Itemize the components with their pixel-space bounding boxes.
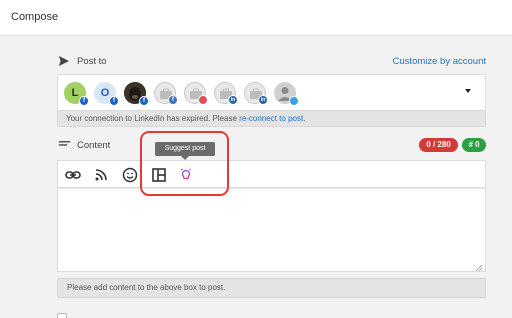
twitter-badge-icon bbox=[289, 96, 299, 106]
compose-header: Compose bbox=[0, 0, 512, 36]
account-avatar[interactable]: in bbox=[244, 82, 268, 105]
account-avatar[interactable]: Lf bbox=[64, 82, 89, 106]
linkedin-badge-icon: in bbox=[258, 95, 268, 105]
linkedin-badge-icon: in bbox=[228, 95, 238, 105]
content-textarea[interactable] bbox=[57, 188, 486, 272]
post-to-label: Post to bbox=[77, 56, 107, 67]
facebook-badge-icon: f bbox=[79, 96, 89, 106]
content-helper-text: Please add content to the above box to p… bbox=[57, 278, 486, 298]
accounts-dropdown-icon[interactable] bbox=[465, 89, 471, 93]
account-avatar[interactable] bbox=[184, 82, 208, 105]
notice-text: Your connection to LinkedIn has expired.… bbox=[66, 114, 240, 123]
content-label: Content bbox=[77, 140, 111, 151]
character-counter: 0 / 280 bbox=[419, 138, 458, 152]
text-lines-icon bbox=[59, 141, 70, 146]
send-icon bbox=[59, 56, 69, 66]
page-title: Compose bbox=[11, 11, 59, 23]
facebook-badge-icon: f bbox=[168, 95, 178, 105]
instagram-badge-icon bbox=[198, 95, 208, 105]
suggest-post-tooltip: Suggest post bbox=[155, 142, 215, 160]
facebook-badge-icon: f bbox=[139, 96, 149, 106]
account-selector: Lf Of f f in in bbox=[57, 74, 486, 110]
emoji-icon[interactable] bbox=[121, 166, 139, 184]
account-avatar[interactable]: Of bbox=[94, 82, 119, 106]
reconnect-link[interactable]: re-connect to post bbox=[239, 114, 303, 123]
linkedin-expired-notice: Your connection to LinkedIn has expired.… bbox=[57, 110, 486, 127]
customize-by-account-link[interactable]: Customize by account bbox=[393, 56, 486, 67]
facebook-badge-icon: f bbox=[109, 96, 119, 106]
hashtag-counter: # 0 bbox=[462, 138, 486, 152]
account-avatar[interactable]: f bbox=[124, 82, 149, 106]
content-toolbar bbox=[57, 160, 486, 188]
resize-grip-icon[interactable] bbox=[475, 264, 482, 271]
partial-checkbox[interactable] bbox=[57, 313, 67, 318]
account-avatar[interactable] bbox=[274, 82, 299, 106]
lightbulb-icon[interactable] bbox=[177, 166, 195, 184]
account-avatar[interactable]: in bbox=[214, 82, 238, 105]
layout-icon[interactable] bbox=[150, 166, 168, 184]
account-avatar[interactable]: f bbox=[154, 82, 178, 105]
rss-icon[interactable] bbox=[92, 166, 110, 184]
link-icon[interactable] bbox=[64, 166, 82, 184]
notice-suffix: . bbox=[303, 114, 306, 123]
